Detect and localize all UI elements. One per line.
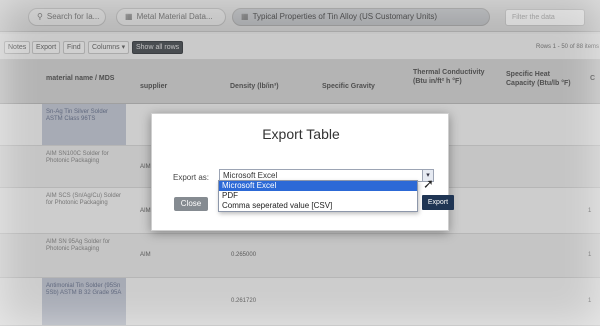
- select-value: Microsoft Excel: [223, 171, 278, 180]
- export-format-options: Microsoft Excel PDF Comma seperated valu…: [218, 180, 418, 212]
- export-table-dialog: Export Table Export as: Microsoft Excel …: [151, 113, 454, 231]
- dialog-title: Export Table: [262, 126, 340, 142]
- option-excel[interactable]: Microsoft Excel: [219, 181, 417, 191]
- export-as-label: Export as:: [173, 173, 210, 182]
- option-pdf[interactable]: PDF: [219, 191, 417, 201]
- mouse-pointer-icon: ➚: [423, 176, 434, 191]
- export-button[interactable]: Export: [422, 195, 454, 210]
- close-button[interactable]: Close: [174, 197, 208, 211]
- option-csv[interactable]: Comma seperated value [CSV]: [219, 201, 417, 211]
